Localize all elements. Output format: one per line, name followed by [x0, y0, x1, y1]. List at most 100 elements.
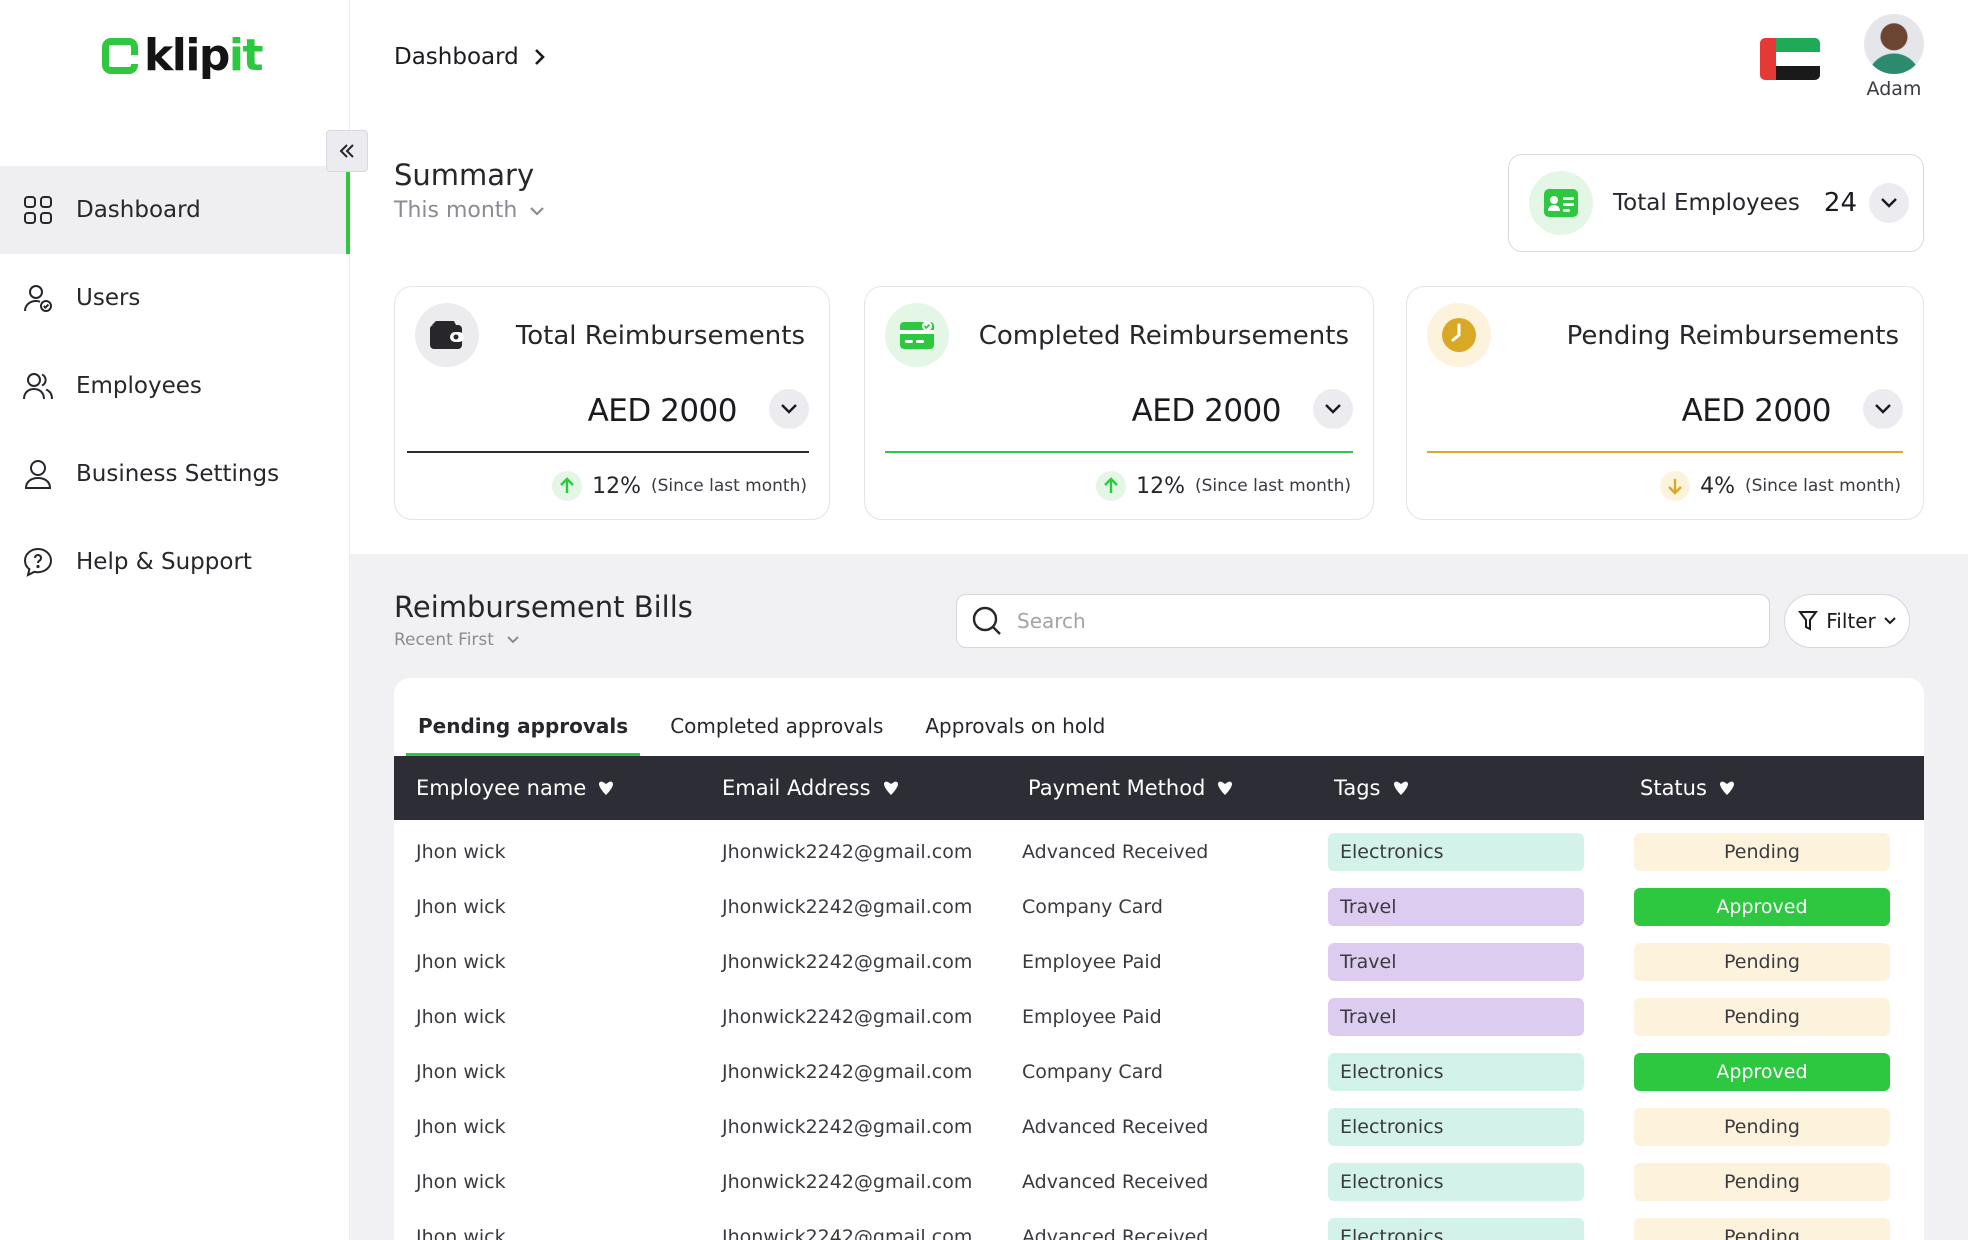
wallet-icon	[415, 303, 479, 367]
sidebar-item-users[interactable]: Users	[0, 254, 350, 342]
total-reimbursements-card: Total Reimbursements AED 2000 12% (Since…	[394, 286, 830, 520]
card-title: Completed Reimbursements	[978, 321, 1349, 351]
table-row[interactable]: Jhon wick Jhonwick2242@gmail.com Advance…	[394, 824, 1924, 879]
status-badge[interactable]: Pending	[1634, 997, 1890, 1036]
help-bubble-icon	[22, 546, 54, 578]
sort-caret-icon	[599, 781, 614, 795]
card-expand-button[interactable]	[769, 389, 809, 429]
cell-employee-name: Jhon wick	[416, 950, 506, 973]
filter-button[interactable]: Filter	[1784, 594, 1910, 648]
cell-payment-method: Company Card	[1022, 895, 1163, 918]
cell-payment-method: Advanced Received	[1022, 840, 1209, 863]
cell-payment-method: Advanced Received	[1022, 1170, 1209, 1193]
status-badge[interactable]: Approved	[1634, 1052, 1890, 1091]
sidebar-item-label: Dashboard	[76, 197, 201, 223]
cell-tag: Travel	[1312, 887, 1618, 926]
chevron-down-icon	[507, 636, 519, 644]
tab-pending-approvals[interactable]: Pending approvals	[406, 714, 641, 756]
table-row[interactable]: Jhon wick Jhonwick2242@gmail.com Employe…	[394, 934, 1924, 989]
card-divider	[407, 451, 809, 453]
filter-icon	[1798, 611, 1819, 631]
collapse-sidebar-button[interactable]	[326, 130, 368, 172]
cell-status: Approved	[1618, 887, 1924, 926]
table-row[interactable]: Jhon wick Jhonwick2242@gmail.com Company…	[394, 1044, 1924, 1099]
chevron-down-icon	[1325, 404, 1341, 414]
id-card-icon	[1529, 171, 1593, 235]
user-profile[interactable]: Adam	[1856, 14, 1932, 100]
breadcrumb-dashboard[interactable]: Dashboard	[394, 44, 519, 70]
column-header-email[interactable]: Email Address	[700, 776, 1006, 800]
cell-employee-name: Jhon wick	[416, 1115, 506, 1138]
tag-badge: Travel	[1328, 887, 1584, 926]
tab-completed-approvals[interactable]: Completed approvals	[658, 714, 895, 756]
period-dropdown[interactable]: This month	[394, 198, 545, 223]
pending-reimbursements-card: Pending Reimbursements AED 2000 4% (Sinc…	[1406, 286, 1924, 520]
sort-label: Recent First	[394, 630, 494, 650]
sidebar-item-label: Employees	[76, 373, 202, 399]
total-employees-label: Total Employees	[1613, 190, 1800, 216]
table-row[interactable]: Jhon wick Jhonwick2242@gmail.com Advance…	[394, 1154, 1924, 1209]
cell-status: Pending	[1618, 1107, 1924, 1146]
cell-email: Jhonwick2242@gmail.com	[722, 895, 973, 918]
search-input[interactable]	[1017, 609, 1717, 633]
status-badge[interactable]: Pending	[1634, 832, 1890, 871]
grid-icon	[22, 194, 54, 226]
change-since: (Since last month)	[650, 476, 807, 496]
card-amount: AED 2000	[587, 393, 738, 429]
card-amount: AED 2000	[1681, 393, 1832, 429]
status-badge[interactable]: Approved	[1634, 887, 1890, 926]
column-header-status[interactable]: Status	[1618, 776, 1924, 800]
status-badge[interactable]: Pending	[1634, 1217, 1890, 1240]
user-icon	[22, 458, 54, 490]
cell-payment-method: Employee Paid	[1022, 950, 1162, 973]
cell-email: Jhonwick2242@gmail.com	[722, 840, 973, 863]
sort-caret-icon	[1393, 781, 1408, 795]
total-employees-count: 24	[1823, 188, 1858, 218]
sidebar-item-business-settings[interactable]: Business Settings	[0, 430, 350, 518]
cell-status: Pending	[1618, 942, 1924, 981]
sidebar-item-dashboard[interactable]: Dashboard	[0, 166, 350, 254]
sort-dropdown[interactable]: Recent First	[394, 630, 520, 650]
cell-employee-name: Jhon wick	[416, 1060, 506, 1083]
summary-title: Summary	[394, 158, 535, 192]
sidebar-item-employees[interactable]: Employees	[0, 342, 350, 430]
column-header-employee-name[interactable]: Employee name	[394, 776, 700, 800]
status-badge[interactable]: Pending	[1634, 1162, 1890, 1201]
cell-status: Pending	[1618, 832, 1924, 871]
table-row[interactable]: Jhon wick Jhonwick2242@gmail.com Employe…	[394, 989, 1924, 1044]
cell-tag: Travel	[1312, 997, 1618, 1036]
sort-caret-icon	[1719, 781, 1734, 795]
status-badge[interactable]: Pending	[1634, 1107, 1890, 1146]
tag-badge: Travel	[1328, 942, 1584, 981]
sidebar-item-label: Users	[76, 285, 141, 311]
sidebar-item-label: Business Settings	[76, 461, 280, 487]
table-row[interactable]: Jhon wick Jhonwick2242@gmail.com Company…	[394, 879, 1924, 934]
sidebar-item-help-support[interactable]: Help & Support	[0, 518, 350, 606]
avatar	[1864, 14, 1924, 74]
tab-approvals-on-hold[interactable]: Approvals on hold	[913, 714, 1117, 756]
cell-tag: Electronics	[1312, 1107, 1618, 1146]
table-row[interactable]: Jhon wick Jhonwick2242@gmail.com Advance…	[394, 1209, 1924, 1240]
change-since: (Since last month)	[1744, 476, 1901, 496]
arrow-up-icon	[552, 471, 583, 501]
column-header-payment-method[interactable]: Payment Method	[1006, 776, 1312, 800]
sort-caret-icon	[883, 781, 898, 795]
column-header-tags[interactable]: Tags	[1312, 776, 1618, 800]
klipit-logo[interactable]: klipit	[102, 34, 264, 78]
card-title: Total Reimbursements	[515, 321, 805, 351]
cell-employee-name: Jhon wick	[416, 1005, 506, 1028]
cell-payment-method: Company Card	[1022, 1060, 1163, 1083]
status-badge[interactable]: Pending	[1634, 942, 1890, 981]
total-employees-expand-button[interactable]	[1869, 183, 1910, 223]
card-expand-button[interactable]	[1313, 389, 1353, 429]
uae-flag-icon[interactable]	[1760, 38, 1820, 80]
chevron-down-icon	[530, 206, 545, 216]
cell-status: Pending	[1618, 1162, 1924, 1201]
card-expand-button[interactable]	[1863, 389, 1903, 429]
bills-title: Reimbursement Bills	[394, 590, 693, 624]
cell-email: Jhonwick2242@gmail.com	[722, 1115, 973, 1138]
cell-email: Jhonwick2242@gmail.com	[722, 1060, 973, 1083]
cell-employee-name: Jhon wick	[416, 1225, 506, 1240]
table-row[interactable]: Jhon wick Jhonwick2242@gmail.com Advance…	[394, 1099, 1924, 1154]
change-percent: 4%	[1700, 473, 1735, 499]
